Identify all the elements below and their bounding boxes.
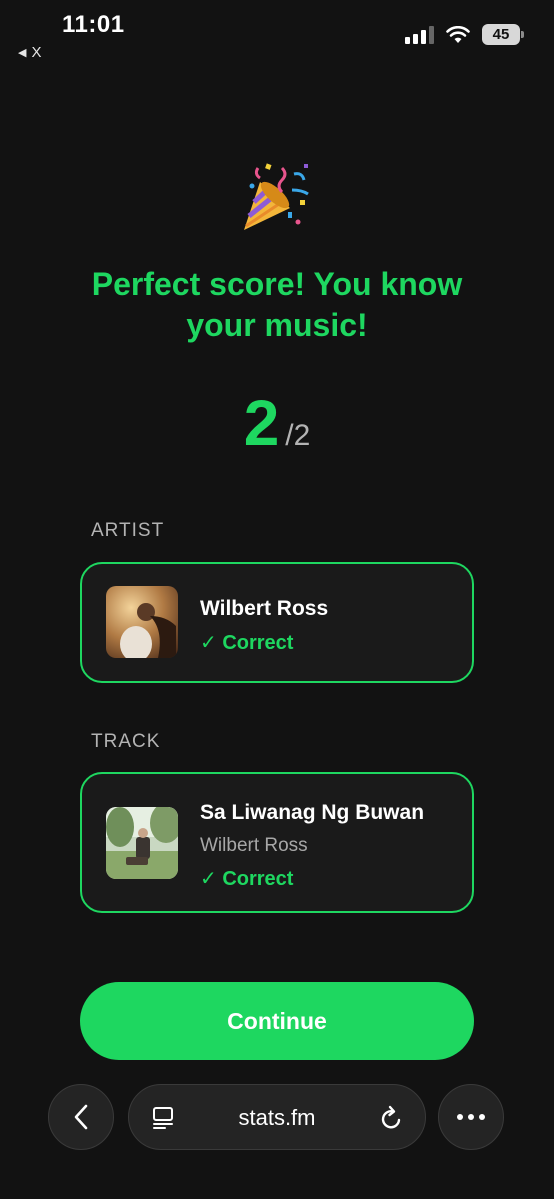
artist-image <box>106 586 178 658</box>
browser-back-button[interactable] <box>48 1084 114 1150</box>
back-app-label: X <box>31 44 42 61</box>
back-to-app-link[interactable]: ◀ X <box>18 44 41 61</box>
back-triangle-icon: ◀ <box>18 47 27 59</box>
track-correct-status: ✓ Correct <box>200 868 294 890</box>
artist-correct-status: ✓ Correct <box>200 632 294 654</box>
address-bar[interactable]: stats.fm <box>128 1084 426 1150</box>
reload-icon[interactable] <box>379 1105 403 1131</box>
track-artist: Wilbert Ross <box>200 835 308 856</box>
more-icon <box>457 1114 485 1120</box>
track-title: Sa Liwanag Ng Buwan <box>200 801 425 824</box>
score-display: 2/2 <box>0 386 554 460</box>
status-time: 11:01 <box>62 11 125 38</box>
continue-button[interactable]: Continue <box>80 982 474 1060</box>
battery-level: 45 <box>492 26 510 43</box>
back-icon <box>74 1104 88 1130</box>
battery-icon: 45 <box>482 24 524 45</box>
track-section-label: TRACK <box>91 731 161 752</box>
status-indicators: 45 <box>405 24 524 45</box>
score-total: /2 <box>285 419 311 452</box>
signal-icon <box>405 25 434 44</box>
quiz-result-page: 11:01 ◀ X 45 Perfect score! You know you… <box>0 0 554 1199</box>
score-value: 2 <box>243 387 280 459</box>
artist-section-label: ARTIST <box>91 520 165 541</box>
track-cover-image <box>106 807 178 879</box>
wifi-icon <box>446 25 470 43</box>
browser-more-button[interactable] <box>438 1084 504 1150</box>
artist-card: Wilbert Ross ✓ Correct <box>80 562 474 683</box>
party-popper-icon <box>244 163 309 230</box>
track-card: Sa Liwanag Ng Buwan Wilbert Ross ✓ Corre… <box>80 772 474 913</box>
result-headline: Perfect score! You know your music! <box>91 266 463 343</box>
artist-name: Wilbert Ross <box>200 597 329 620</box>
